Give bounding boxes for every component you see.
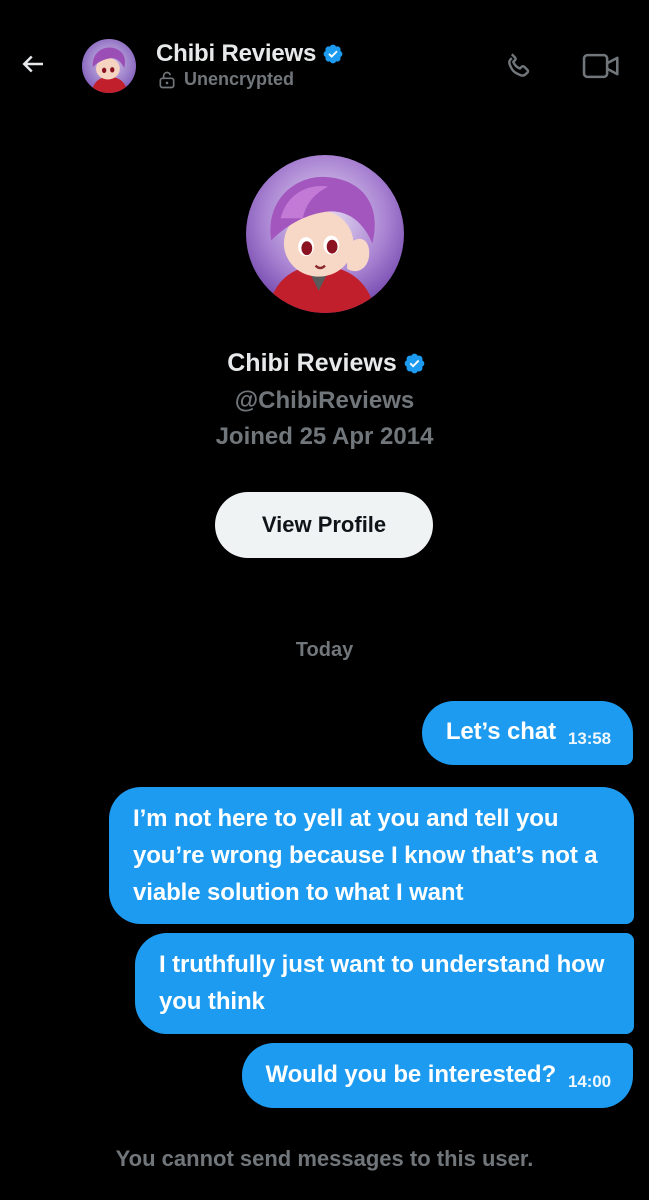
message-bubble[interactable]: I truthfully just want to understand how…: [135, 933, 634, 1034]
message-text: I’m not here to yell at you and tell you…: [133, 805, 598, 906]
message-text: Let’s chat: [445, 718, 557, 745]
message-bubble[interactable]: I’m not here to yell at you and tell you…: [109, 787, 634, 924]
encryption-status-label: Unencrypted: [184, 69, 295, 89]
header-avatar[interactable]: [82, 39, 136, 93]
header-name-row[interactable]: Chibi Reviews: [156, 40, 344, 68]
message-text: I truthfully just want to understand how…: [159, 951, 605, 1015]
day-separator: Today: [295, 639, 354, 661]
message-text: Would you be interested?: [265, 1061, 557, 1088]
unlock-icon: [159, 71, 175, 88]
video-camera-icon: [582, 53, 619, 79]
phone-icon: [508, 53, 530, 77]
back-arrow-icon: [22, 55, 43, 73]
profile-handle: @ChibiReviews: [234, 387, 415, 414]
profile-name-row: Chibi Reviews: [0, 349, 649, 378]
message-time: 14:00: [568, 1072, 611, 1091]
header-name: Chibi Reviews: [156, 40, 317, 67]
video-call-button[interactable]: [580, 47, 622, 85]
profile-avatar[interactable]: [246, 155, 404, 313]
message-bubble[interactable]: Would you be interested? 14:00: [241, 1043, 633, 1108]
back-button[interactable]: [14, 45, 52, 83]
profile-joined-date: Joined 25 Apr 2014: [215, 423, 434, 450]
verified-badge-icon: [404, 353, 425, 374]
verified-badge-icon: [323, 44, 343, 64]
conversation-header: Chibi Reviews Unencrypted: [0, 0, 649, 130]
view-profile-button[interactable]: View Profile: [215, 492, 433, 558]
call-button[interactable]: [500, 47, 538, 85]
message-time: 13:58: [568, 729, 611, 748]
encryption-status: Unencrypted: [157, 69, 294, 90]
profile-name: Chibi Reviews: [227, 349, 397, 377]
message-bubble[interactable]: Let’s chat 13:58: [421, 701, 633, 765]
cannot-message-notice: You cannot send messages to this user.: [115, 1146, 534, 1171]
